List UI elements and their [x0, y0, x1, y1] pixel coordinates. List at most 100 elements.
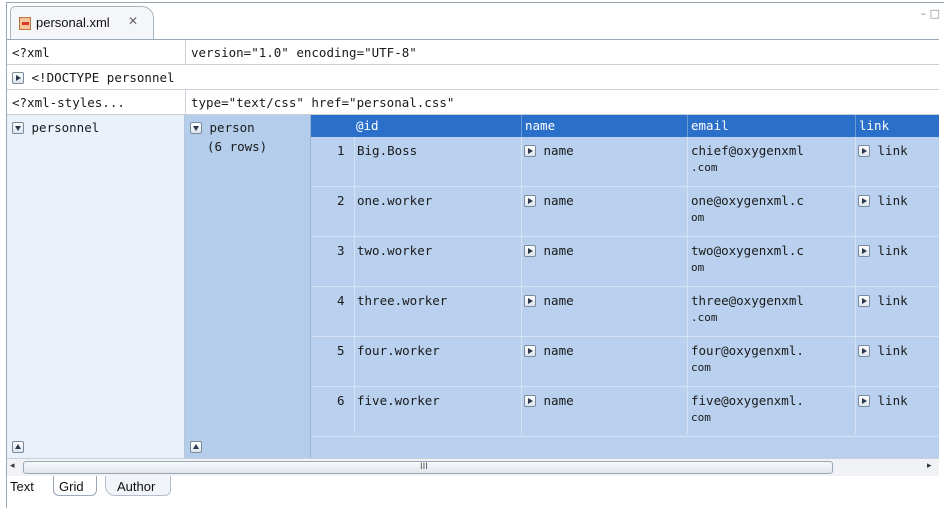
expand-icon[interactable] — [524, 195, 536, 207]
link-cell[interactable]: link — [858, 143, 908, 158]
email-cell-line-1[interactable]: three@oxygenxml — [691, 293, 804, 308]
link-label: link — [877, 143, 908, 158]
stylesheet-row: <?xml-styles... type="text/css" href="pe… — [7, 90, 939, 115]
doctype-cell: <!DOCTYPE personnel — [12, 70, 175, 85]
scroll-right-icon[interactable]: ▸ — [927, 461, 932, 471]
column-divider — [185, 90, 186, 115]
link-label: link — [877, 343, 908, 358]
column-header-email[interactable]: email — [691, 118, 729, 133]
tab-author[interactable]: Author — [117, 479, 155, 494]
expand-icon[interactable] — [524, 345, 536, 357]
vertical-scrollbar[interactable] — [939, 39, 944, 458]
expand-icon[interactable] — [524, 145, 536, 157]
name-cell[interactable]: name — [524, 243, 574, 258]
doctype-label: <!DOCTYPE personnel — [31, 70, 175, 85]
email-cell-line-2: .com — [691, 161, 718, 174]
expand-icon[interactable] — [858, 395, 870, 407]
id-cell[interactable]: one.worker — [357, 193, 432, 208]
expand-icon[interactable] — [858, 195, 870, 207]
email-cell-line-2: .com — [691, 311, 718, 324]
tab-personal-xml[interactable]: personal.xml ✕ — [10, 6, 154, 40]
scroll-left-icon[interactable]: ◂ — [10, 461, 15, 471]
link-cell[interactable]: link — [858, 193, 908, 208]
email-cell-line-1[interactable]: four@oxygenxml. — [691, 343, 804, 358]
grid-editor[interactable]: <?xml version="1.0" encoding="UTF-8" <!D… — [7, 39, 939, 458]
close-icon[interactable]: ✕ — [128, 14, 138, 28]
tab-text[interactable]: Text — [10, 479, 34, 494]
collapse-icon[interactable] — [190, 122, 202, 134]
table-row[interactable]: 3 two.worker name two@oxygenxml.c om lin… — [311, 237, 939, 287]
expand-icon[interactable] — [524, 245, 536, 257]
xml-editor-panel: personal.xml ✕ – □ <?xml version="1.0" e… — [6, 2, 944, 508]
collapse-icon[interactable] — [12, 122, 24, 134]
window-controls[interactable]: – □ — [921, 7, 940, 20]
expand-icon[interactable] — [858, 145, 870, 157]
email-cell-line-2: com — [691, 361, 711, 374]
row-number: 2 — [337, 193, 345, 208]
name-cell[interactable]: name — [524, 293, 574, 308]
id-cell[interactable]: three.worker — [357, 293, 447, 308]
expand-icon[interactable] — [858, 295, 870, 307]
id-cell[interactable]: four.worker — [357, 343, 440, 358]
name-label: name — [543, 293, 574, 308]
row-number: 1 — [337, 143, 345, 158]
expand-icon[interactable] — [524, 295, 536, 307]
email-cell-line-2: om — [691, 261, 705, 274]
expand-icon[interactable] — [858, 245, 870, 257]
xml-file-icon — [19, 17, 31, 30]
expand-icon[interactable] — [524, 395, 536, 407]
collapse-up-icon[interactable] — [12, 441, 24, 453]
link-cell[interactable]: link — [858, 293, 908, 308]
person-table[interactable]: @id name email link 1 Big.Boss name chie… — [311, 115, 939, 458]
table-row[interactable]: 1 Big.Boss name chief@oxygenxml .com lin… — [311, 137, 939, 187]
link-label: link — [877, 393, 908, 408]
column-header-id[interactable]: @id — [356, 118, 379, 133]
column-header-link[interactable]: link — [859, 118, 889, 133]
name-label: name — [543, 193, 574, 208]
table-row[interactable]: 5 four.worker name four@oxygenxml. com l… — [311, 337, 939, 387]
name-cell[interactable]: name — [524, 193, 574, 208]
name-label: name — [543, 243, 574, 258]
person-element[interactable]: person (6 rows) — [185, 115, 311, 458]
table-row[interactable]: 6 five.worker name five@oxygenxml. com l… — [311, 387, 939, 437]
column-divider — [687, 115, 688, 137]
email-cell-line-2: om — [691, 211, 705, 224]
name-cell[interactable]: name — [524, 393, 574, 408]
personnel-element[interactable]: personnel — [7, 115, 185, 458]
email-cell-line-1[interactable]: five@oxygenxml. — [691, 393, 804, 408]
link-cell[interactable]: link — [858, 393, 908, 408]
table-row[interactable]: 4 three.worker name three@oxygenxml .com… — [311, 287, 939, 337]
table-row[interactable]: 2 one.worker name one@oxygenxml.c om lin… — [311, 187, 939, 237]
personnel-label: personnel — [31, 120, 100, 135]
email-cell-line-1[interactable]: chief@oxygenxml — [691, 143, 804, 158]
stylesheet-value: type="text/css" href="personal.css" — [191, 95, 455, 110]
row-number: 4 — [337, 293, 345, 308]
link-cell[interactable]: link — [858, 343, 908, 358]
horizontal-scrollbar[interactable]: ◂ III ▸ — [7, 458, 939, 476]
id-cell[interactable]: two.worker — [357, 243, 432, 258]
link-label: link — [877, 193, 908, 208]
link-cell[interactable]: link — [858, 243, 908, 258]
name-cell[interactable]: name — [524, 343, 574, 358]
editor-tab-strip: personal.xml ✕ – □ — [7, 3, 944, 40]
doctype-row: <!DOCTYPE personnel — [7, 65, 939, 90]
id-cell[interactable]: five.worker — [357, 393, 440, 408]
xml-declaration-row: <?xml version="1.0" encoding="UTF-8" — [7, 40, 939, 65]
table-header: @id name email link — [311, 115, 939, 137]
name-cell[interactable]: name — [524, 143, 574, 158]
id-cell[interactable]: Big.Boss — [357, 143, 417, 158]
email-cell-line-1[interactable]: one@oxygenxml.c — [691, 193, 804, 208]
tab-title: personal.xml — [36, 15, 110, 30]
link-label: link — [877, 293, 908, 308]
name-label: name — [543, 343, 574, 358]
collapse-up-icon[interactable] — [190, 441, 202, 453]
expand-icon[interactable] — [12, 72, 24, 84]
email-cell-line-1[interactable]: two@oxygenxml.c — [691, 243, 804, 258]
column-divider — [855, 115, 856, 137]
tab-grid[interactable]: Grid — [59, 479, 84, 494]
email-cell-line-2: com — [691, 411, 711, 424]
scrollbar-thumb[interactable]: III — [23, 461, 833, 474]
personnel-header: personnel — [12, 120, 99, 135]
column-header-name[interactable]: name — [525, 118, 555, 133]
expand-icon[interactable] — [858, 345, 870, 357]
